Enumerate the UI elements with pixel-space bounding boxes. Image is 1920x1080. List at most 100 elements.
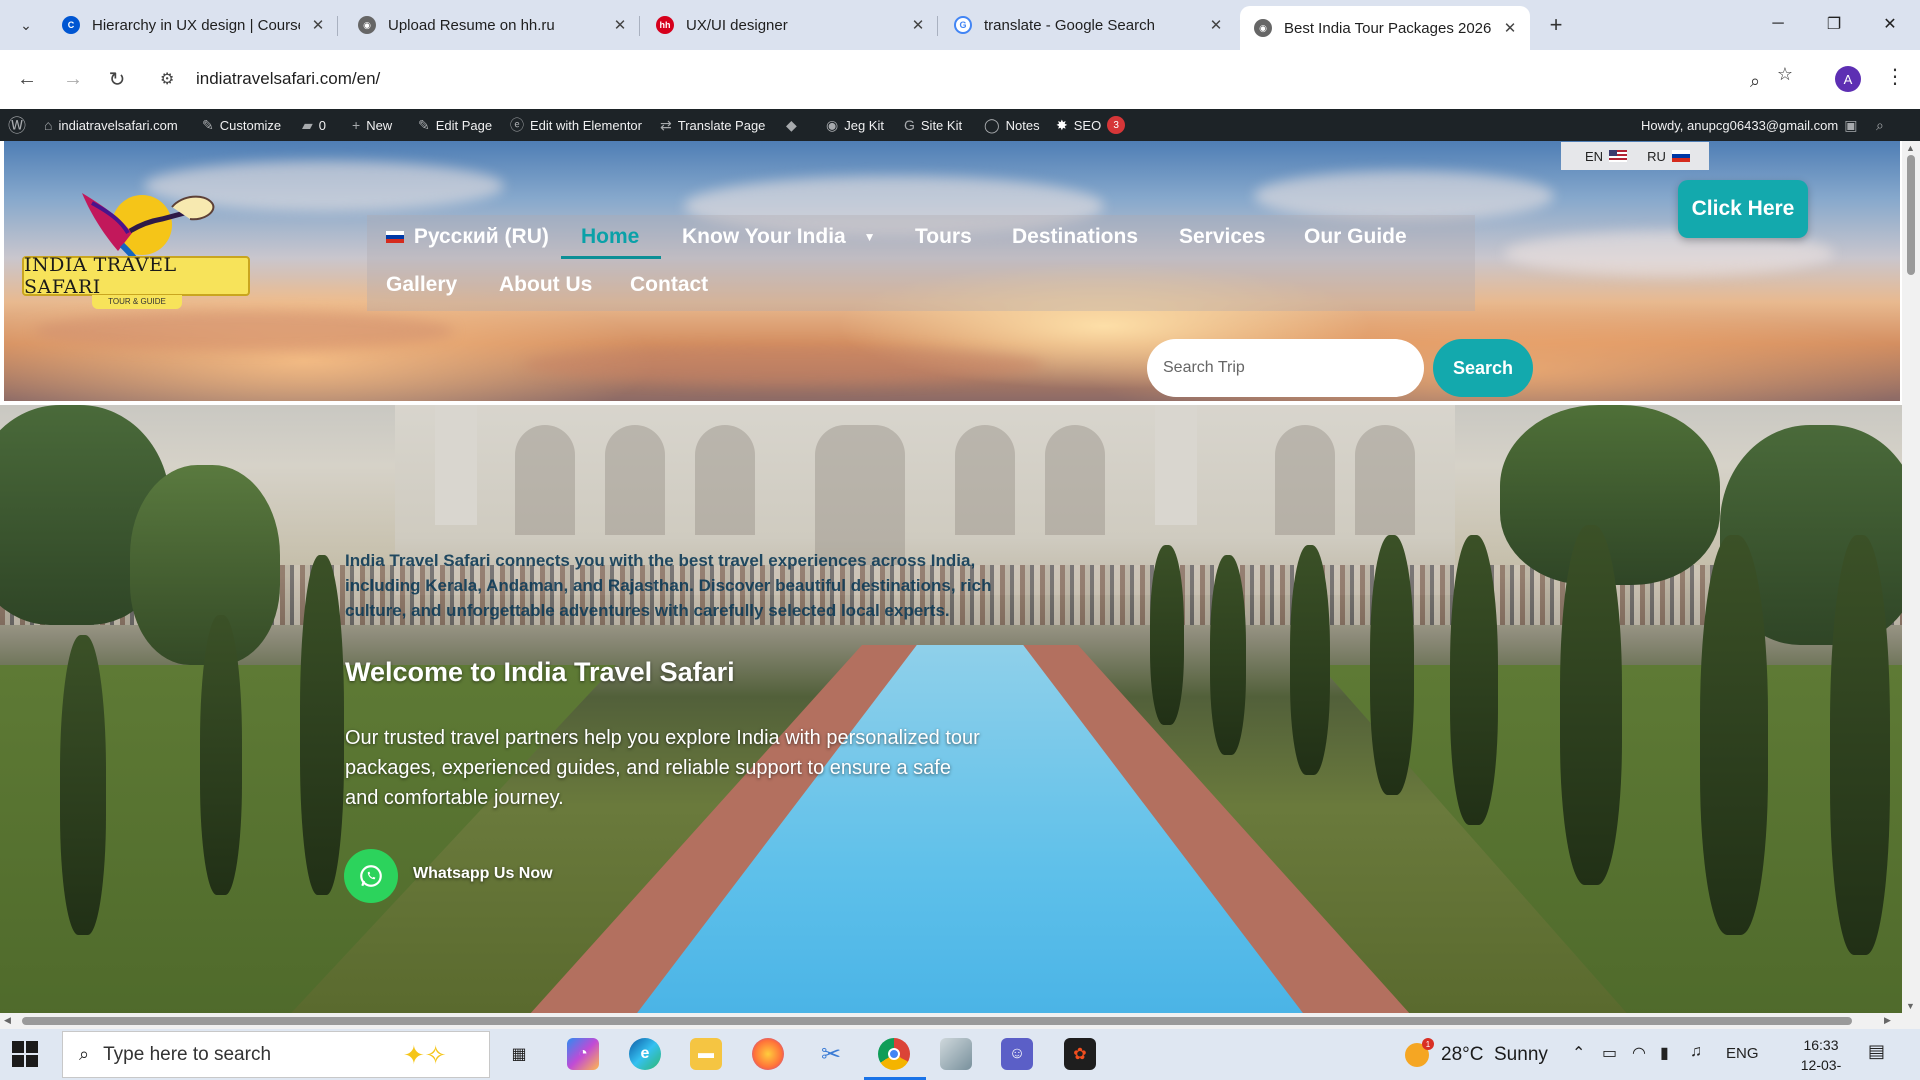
us-flag-icon[interactable] xyxy=(1609,150,1628,162)
click-here-button[interactable]: Click Here xyxy=(1678,180,1808,238)
windows-start-icon[interactable] xyxy=(12,1041,38,1067)
wp-search-link[interactable]: ⌕ xyxy=(1876,109,1890,141)
search-trip-input[interactable] xyxy=(1147,339,1424,397)
nav-item-about[interactable]: About Us xyxy=(499,273,592,297)
nav-item-our-guide[interactable]: Our Guide xyxy=(1304,225,1407,249)
nav-item-services[interactable]: Services xyxy=(1179,225,1265,249)
lang-ru[interactable]: RU xyxy=(1647,149,1666,164)
forward-button[interactable]: → xyxy=(58,64,88,94)
sparkle-icon: ✦✧ xyxy=(403,1040,447,1070)
site-settings-icon[interactable]: ⚙ xyxy=(160,69,174,89)
back-button[interactable]: ← xyxy=(12,64,42,94)
minimize-icon: ─ xyxy=(1772,15,1784,32)
whatsapp-link[interactable]: Whatsapp Us Now xyxy=(413,865,553,883)
wp-seo-link[interactable]: ✸ SEO 3 xyxy=(1056,109,1126,141)
globe-icon: ◉ xyxy=(358,16,376,34)
nav-item-gallery[interactable]: Gallery xyxy=(386,273,457,297)
weather-widget[interactable]: 1 28°C Sunny xyxy=(1405,1038,1548,1067)
browser-tab[interactable]: C Hierarchy in UX design | Course ✕ xyxy=(48,6,338,44)
scroll-thumb[interactable] xyxy=(22,1017,1852,1025)
tab-search-button[interactable]: ⌄ xyxy=(12,12,40,38)
wp-comments-link[interactable]: ▰ 0 xyxy=(302,109,326,141)
search-icon: ⌕ xyxy=(1876,116,1884,133)
scroll-left-icon[interactable]: ◀ xyxy=(4,1015,11,1026)
browser-menu-icon[interactable]: ⋮ xyxy=(1885,64,1905,89)
meet-icon[interactable]: ▭ xyxy=(1602,1043,1617,1063)
wp-notes-link[interactable]: ◯ Notes xyxy=(984,109,1040,141)
wp-site-link[interactable]: ⌂ indiatravelsafari.com xyxy=(44,109,178,141)
zoom-icon[interactable]: ⌕ xyxy=(1740,71,1770,92)
scroll-down-icon[interactable]: ▼ xyxy=(1906,1001,1915,1011)
horizontal-scrollbar[interactable]: ◀ ▶ xyxy=(0,1013,1920,1029)
scroll-thumb[interactable] xyxy=(1907,155,1915,275)
nav-item-home[interactable]: Home xyxy=(581,225,639,249)
firefox-icon[interactable] xyxy=(752,1038,784,1070)
language-indicator[interactable]: ENG xyxy=(1726,1045,1759,1062)
scroll-right-icon[interactable]: ▶ xyxy=(1884,1015,1891,1026)
chevron-up-icon[interactable]: ⌃ xyxy=(1572,1043,1585,1063)
browser-tab[interactable]: G translate - Google Search ✕ xyxy=(940,6,1236,44)
battery-icon[interactable]: ▮ xyxy=(1660,1043,1669,1063)
new-tab-button[interactable]: + xyxy=(1542,12,1570,38)
system-clock[interactable]: 16:33 12-03-2026 xyxy=(1786,1035,1856,1080)
restore-icon: ❐ xyxy=(1826,16,1842,33)
nav-item-destinations[interactable]: Destinations xyxy=(1012,225,1138,249)
search-button[interactable]: Search xyxy=(1433,339,1533,397)
wp-translate-link[interactable]: ⇄ Translate Page xyxy=(660,109,765,141)
vertical-scrollbar[interactable]: ▲ ▼ xyxy=(1902,141,1920,1013)
profile-avatar[interactable]: A xyxy=(1835,66,1861,92)
browser-tab[interactable]: hh UX/UI designer ✕ xyxy=(642,6,938,44)
wp-account-link[interactable]: Howdy, anupcg06433@gmail.com ▣ xyxy=(1641,109,1857,141)
nav-item-tours[interactable]: Tours xyxy=(915,225,972,249)
wp-sitekit-link[interactable]: G Site Kit xyxy=(904,109,962,141)
app-icon[interactable]: ☺ xyxy=(1001,1038,1033,1070)
minimize-button[interactable]: ─ xyxy=(1754,8,1802,40)
chrome-icon[interactable] xyxy=(878,1038,910,1070)
close-icon: ✕ xyxy=(1883,16,1897,33)
volume-icon[interactable]: ♫ xyxy=(1690,1043,1702,1061)
close-window-button[interactable]: ✕ xyxy=(1866,8,1914,40)
elementor-icon: ⓔ xyxy=(510,117,524,133)
nav-item-know-your-india[interactable]: Know Your India ▼ xyxy=(682,225,875,249)
site-logo[interactable]: INDIA TRAVEL SAFARI TOUR & GUIDE xyxy=(22,181,250,311)
close-icon[interactable]: ✕ xyxy=(308,15,328,35)
nav-item-contact[interactable]: Contact xyxy=(630,273,708,297)
copilot-icon[interactable]: ◔ xyxy=(567,1038,599,1070)
wp-elementor-link[interactable]: ⓔ Edit with Elementor xyxy=(510,109,642,141)
edge-icon[interactable]: e xyxy=(629,1038,661,1070)
close-icon[interactable]: ✕ xyxy=(1500,18,1520,38)
browser-toolbar: ← → ↻ ⚙ indiatravelsafari.com/en/ ⌕ ☆ xyxy=(0,50,1920,109)
ru-flag-icon[interactable] xyxy=(1671,150,1690,162)
wp-edit-page-link[interactable]: ✎ Edit Page xyxy=(418,109,492,141)
coursera-icon: C xyxy=(62,16,80,34)
wordpress-logo[interactable]: Ⓦ xyxy=(8,109,32,141)
close-icon[interactable]: ✕ xyxy=(1206,15,1226,35)
nav-item-russian[interactable]: Русский (RU) xyxy=(386,225,549,249)
restore-button[interactable]: ❐ xyxy=(1810,8,1858,40)
tab-title: translate - Google Search xyxy=(984,16,1155,34)
notifications-icon[interactable]: ▤ xyxy=(1868,1041,1885,1062)
close-icon[interactable]: ✕ xyxy=(908,15,928,35)
file-explorer-icon[interactable]: ▬ xyxy=(690,1038,722,1070)
wp-customize-link[interactable]: ✎ Customize xyxy=(202,109,281,141)
whatsapp-button[interactable] xyxy=(344,849,398,903)
browser-tab[interactable]: ◉ Upload Resume on hh.ru ✕ xyxy=(344,6,640,44)
wp-new-link[interactable]: + New xyxy=(352,109,392,141)
notepad-icon[interactable] xyxy=(940,1038,972,1070)
taskbar-search[interactable]: ⌕ Type here to search ✦✧ xyxy=(62,1031,490,1078)
url-text[interactable]: indiatravelsafari.com/en/ xyxy=(196,69,380,89)
lang-en[interactable]: EN xyxy=(1585,149,1603,164)
snipping-tool-icon[interactable]: ✂ xyxy=(815,1038,847,1070)
pencil-icon: ✎ xyxy=(418,116,430,133)
bookmark-star-icon[interactable]: ☆ xyxy=(1770,64,1800,85)
address-bar[interactable]: ⚙ indiatravelsafari.com/en/ ⌕ xyxy=(146,57,1786,101)
figma-icon[interactable]: ✿ xyxy=(1064,1038,1096,1070)
close-icon[interactable]: ✕ xyxy=(610,15,630,35)
task-view-icon[interactable]: ▦ xyxy=(503,1038,535,1070)
wp-diamond-link[interactable]: ◆ xyxy=(786,109,803,141)
browser-tab-active[interactable]: ◉ Best India Tour Packages 2026 | ✕ xyxy=(1240,6,1530,50)
reload-button[interactable]: ↻ xyxy=(102,64,132,94)
wifi-icon[interactable]: ◠ xyxy=(1632,1043,1646,1063)
scroll-up-icon[interactable]: ▲ xyxy=(1906,143,1915,153)
wp-jegkit-link[interactable]: ◉ Jeg Kit xyxy=(826,109,884,141)
